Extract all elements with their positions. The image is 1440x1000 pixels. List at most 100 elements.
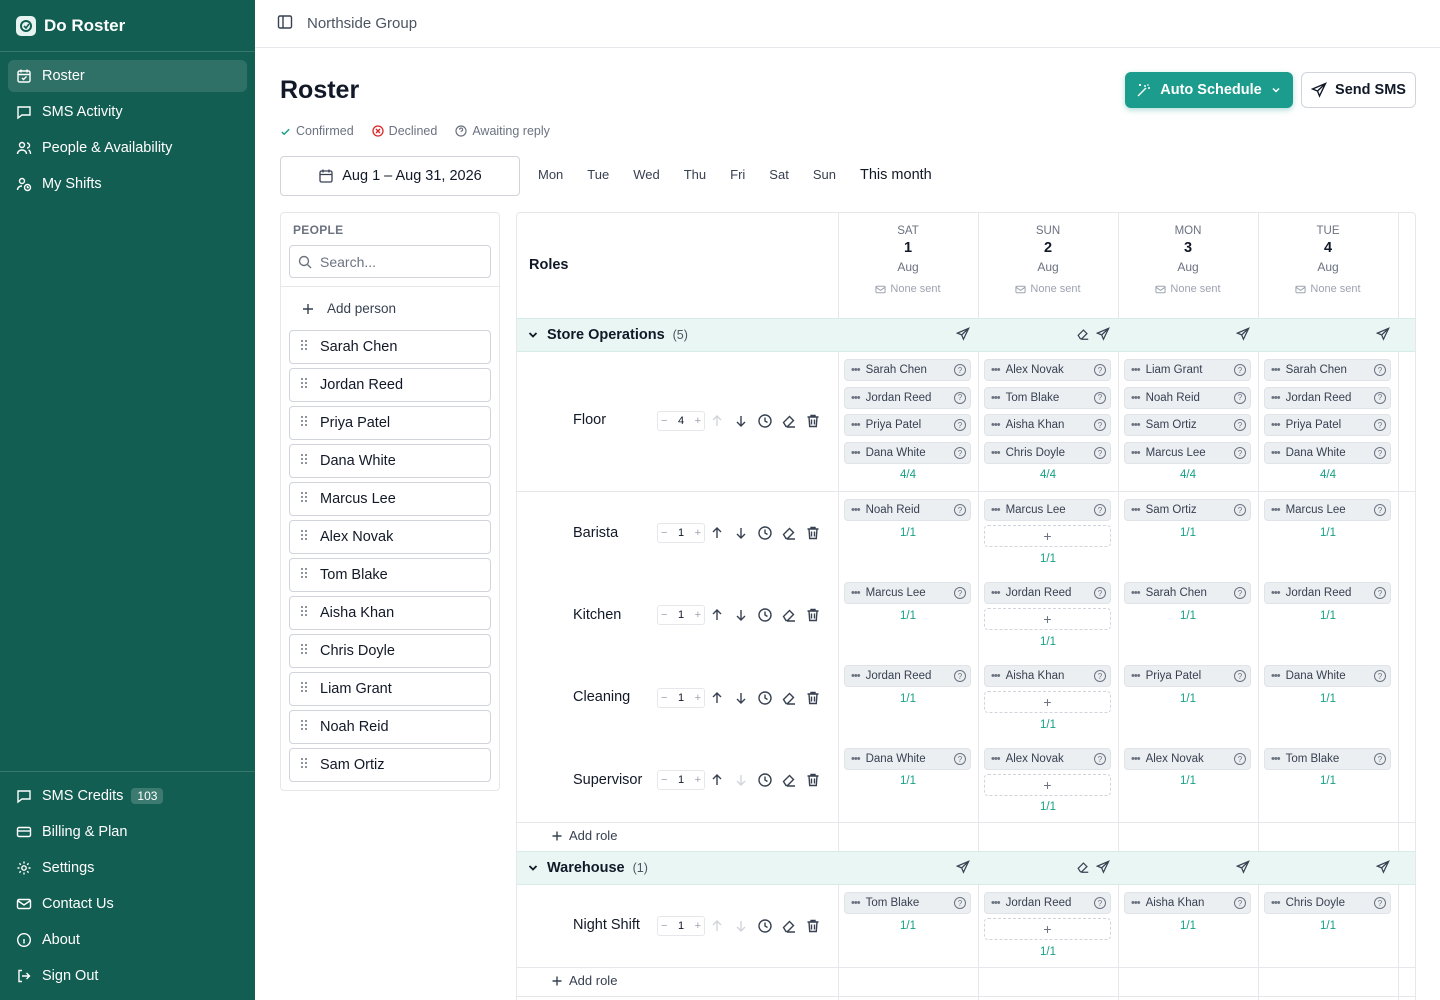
plus-icon[interactable]: + (695, 415, 701, 427)
shift-assignment-chip[interactable]: ••• Chris Doyle? (1264, 892, 1391, 914)
nav-item-about[interactable]: About (8, 924, 247, 956)
more-dots-icon[interactable]: ••• (1131, 753, 1141, 765)
arrow-down-icon[interactable] (733, 413, 749, 429)
clock-icon[interactable] (757, 918, 773, 934)
drag-handle-icon[interactable] (300, 567, 308, 583)
nav-item-contact[interactable]: Contact Us (8, 888, 247, 920)
chevron-down-icon[interactable] (527, 329, 539, 341)
more-dots-icon[interactable]: ••• (1271, 504, 1281, 516)
more-dots-icon[interactable]: ••• (991, 364, 1001, 376)
person-item[interactable]: Dana White (289, 444, 491, 478)
add-assignment-slot[interactable]: + (984, 608, 1111, 630)
shift-assignment-chip[interactable]: ••• Chris Doyle? (984, 442, 1111, 465)
arrow-down-icon[interactable] (733, 607, 749, 623)
more-dots-icon[interactable]: ••• (1131, 392, 1141, 404)
drag-handle-icon[interactable] (300, 605, 308, 621)
shift-assignment-chip[interactable]: ••• Noah Reid? (844, 499, 971, 521)
shift-assignment-chip[interactable]: ••• Priya Patel? (1264, 414, 1391, 437)
quantity-stepper[interactable]: −4 + (657, 411, 705, 431)
drag-handle-icon[interactable] (300, 453, 308, 469)
more-dots-icon[interactable]: ••• (1271, 392, 1281, 404)
more-dots-icon[interactable]: ••• (851, 419, 861, 431)
trash-icon[interactable] (805, 690, 821, 706)
arrow-down-icon[interactable] (733, 690, 749, 706)
add-assignment-slot[interactable]: + (984, 525, 1111, 547)
person-item[interactable]: Chris Doyle (289, 634, 491, 668)
shift-assignment-chip[interactable]: ••• Jordan Reed? (844, 386, 971, 409)
weekday-tue[interactable]: Tue (587, 167, 609, 182)
more-dots-icon[interactable]: ••• (1131, 504, 1141, 516)
minus-icon[interactable]: − (661, 774, 667, 786)
plus-icon[interactable]: + (695, 774, 701, 786)
person-item[interactable]: Sarah Chen (289, 330, 491, 364)
more-dots-icon[interactable]: ••• (851, 364, 861, 376)
quantity-stepper[interactable]: −1 + (657, 605, 705, 625)
trash-icon[interactable] (805, 918, 821, 934)
more-dots-icon[interactable]: ••• (851, 587, 861, 599)
shift-assignment-chip[interactable]: ••• Jordan Reed? (844, 665, 971, 687)
shift-assignment-chip[interactable]: ••• Sarah Chen? (1264, 359, 1391, 381)
shift-assignment-chip[interactable]: ••• Marcus Lee? (984, 499, 1111, 521)
send-icon[interactable] (1375, 860, 1392, 876)
shift-assignment-chip[interactable]: ••• Tom Blake? (984, 386, 1111, 409)
shift-assignment-chip[interactable]: ••• Priya Patel? (844, 414, 971, 437)
quantity-stepper[interactable]: −1 + (657, 770, 705, 790)
quantity-stepper[interactable]: −1 + (657, 523, 705, 543)
shift-assignment-chip[interactable]: ••• Alex Novak? (984, 359, 1111, 381)
minus-icon[interactable]: − (661, 920, 667, 932)
nav-item-my-shifts[interactable]: My Shifts (8, 168, 247, 200)
person-item[interactable]: Tom Blake (289, 558, 491, 592)
send-sms-button[interactable]: Send SMS (1301, 72, 1416, 108)
add-assignment-slot[interactable]: + (984, 774, 1111, 796)
arrow-up-icon[interactable] (709, 918, 725, 934)
more-dots-icon[interactable]: ••• (851, 392, 861, 404)
more-dots-icon[interactable]: ••• (991, 392, 1001, 404)
trash-icon[interactable] (805, 525, 821, 541)
arrow-up-icon[interactable] (709, 413, 725, 429)
shift-assignment-chip[interactable]: ••• Tom Blake? (1264, 748, 1391, 770)
brand[interactable]: Do Roster (0, 0, 255, 52)
shift-assignment-chip[interactable]: ••• Jordan Reed? (984, 892, 1111, 914)
shift-assignment-chip[interactable]: ••• Marcus Lee? (844, 582, 971, 604)
shift-assignment-chip[interactable]: ••• Dana White? (1264, 442, 1391, 465)
more-dots-icon[interactable]: ••• (1271, 364, 1281, 376)
drag-handle-icon[interactable] (300, 491, 308, 507)
arrow-up-icon[interactable] (709, 525, 725, 541)
more-dots-icon[interactable]: ••• (1131, 447, 1141, 459)
more-dots-icon[interactable]: ••• (851, 447, 861, 459)
add-assignment-slot[interactable]: + (984, 691, 1111, 713)
minus-icon[interactable]: − (661, 692, 667, 704)
eraser-icon[interactable] (781, 525, 797, 541)
send-icon[interactable] (955, 327, 972, 343)
send-icon[interactable] (1235, 327, 1252, 343)
drag-handle-icon[interactable] (300, 415, 308, 431)
shift-assignment-chip[interactable]: ••• Liam Grant? (1124, 359, 1251, 381)
clock-icon[interactable] (757, 413, 773, 429)
shift-assignment-chip[interactable]: ••• Alex Novak? (1124, 748, 1251, 770)
weekday-wed[interactable]: Wed (633, 167, 660, 182)
weekday-mon[interactable]: Mon (538, 167, 563, 182)
more-dots-icon[interactable]: ••• (1131, 670, 1141, 682)
more-dots-icon[interactable]: ••• (991, 670, 1001, 682)
send-icon[interactable] (955, 860, 972, 876)
chevron-down-icon[interactable] (527, 862, 539, 874)
plus-icon[interactable]: + (695, 527, 701, 539)
auto-schedule-button[interactable]: Auto Schedule (1125, 72, 1293, 108)
more-dots-icon[interactable]: ••• (991, 447, 1001, 459)
add-role-button[interactable]: Add role (551, 828, 617, 843)
shift-assignment-chip[interactable]: ••• Jordan Reed? (1264, 582, 1391, 604)
shift-assignment-chip[interactable]: ••• Jordan Reed? (984, 582, 1111, 604)
shift-assignment-chip[interactable]: ••• Sarah Chen? (844, 359, 971, 381)
person-item[interactable]: Sam Ortiz (289, 748, 491, 782)
nav-item-sms-credits[interactable]: SMS Credits 103 (8, 780, 247, 812)
clock-icon[interactable] (757, 607, 773, 623)
nav-item-sign-out[interactable]: Sign Out (8, 960, 247, 992)
plus-icon[interactable]: + (695, 692, 701, 704)
more-dots-icon[interactable]: ••• (1271, 670, 1281, 682)
more-dots-icon[interactable]: ••• (851, 753, 861, 765)
drag-handle-icon[interactable] (300, 681, 308, 697)
more-dots-icon[interactable]: ••• (991, 753, 1001, 765)
shift-assignment-chip[interactable]: ••• Dana White? (844, 748, 971, 770)
shift-assignment-chip[interactable]: ••• Tom Blake? (844, 892, 971, 914)
drag-handle-icon[interactable] (300, 377, 308, 393)
